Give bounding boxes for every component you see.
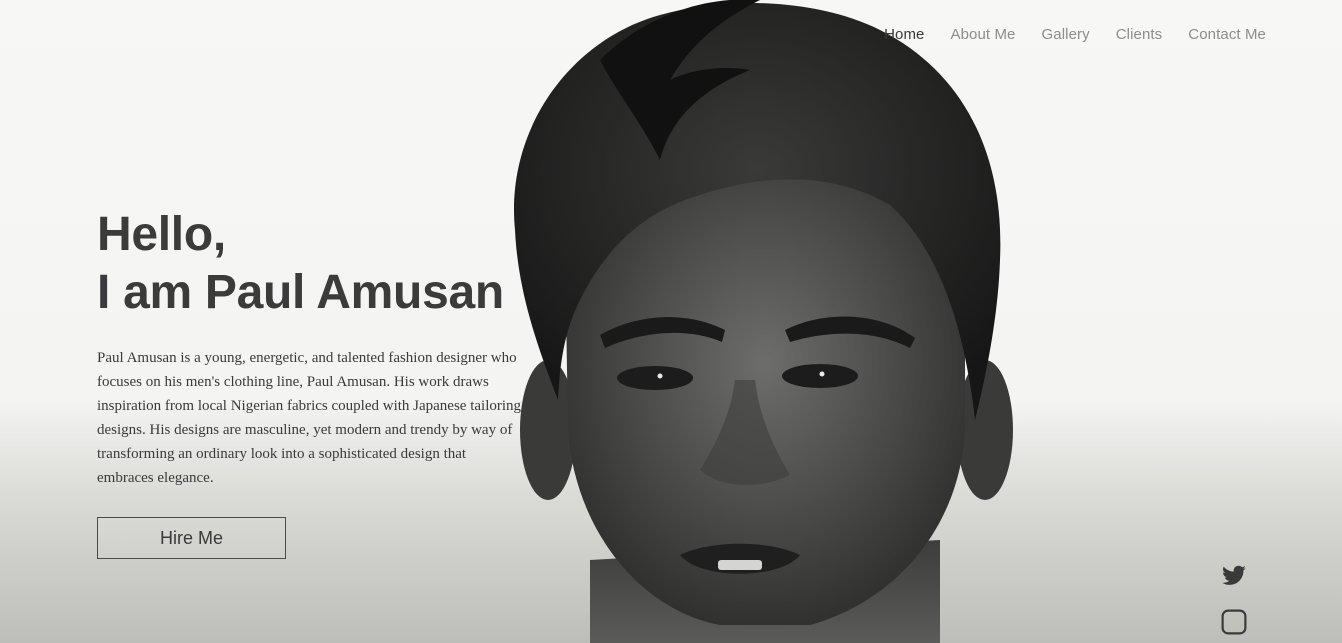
hero-headline: Hello, I am Paul Amusan	[97, 206, 527, 322]
hero-name-line: I am Paul Amusan	[97, 266, 504, 319]
nav-item-gallery[interactable]: Gallery	[1042, 26, 1090, 43]
hero-bio: Paul Amusan is a young, energetic, and t…	[97, 350, 522, 486]
hire-me-button[interactable]: Hire Me	[97, 517, 286, 559]
main-nav: Home About Me Gallery Clients Contact Me	[858, 26, 1266, 43]
nav-item-about-me[interactable]: About Me	[951, 26, 1016, 43]
twitter-icon[interactable]	[1221, 563, 1247, 589]
hero-intro: Hello, I am Paul Amusan Paul Amusan is a…	[97, 206, 527, 490]
social-links	[1221, 563, 1247, 643]
hero-greeting: Hello,	[97, 208, 226, 261]
nav-item-clients[interactable]: Clients	[1116, 26, 1163, 43]
nav-item-home[interactable]: Home	[884, 26, 924, 43]
instagram-icon[interactable]	[1221, 609, 1247, 635]
nav-item-contact-me[interactable]: Contact Me	[1188, 26, 1266, 43]
